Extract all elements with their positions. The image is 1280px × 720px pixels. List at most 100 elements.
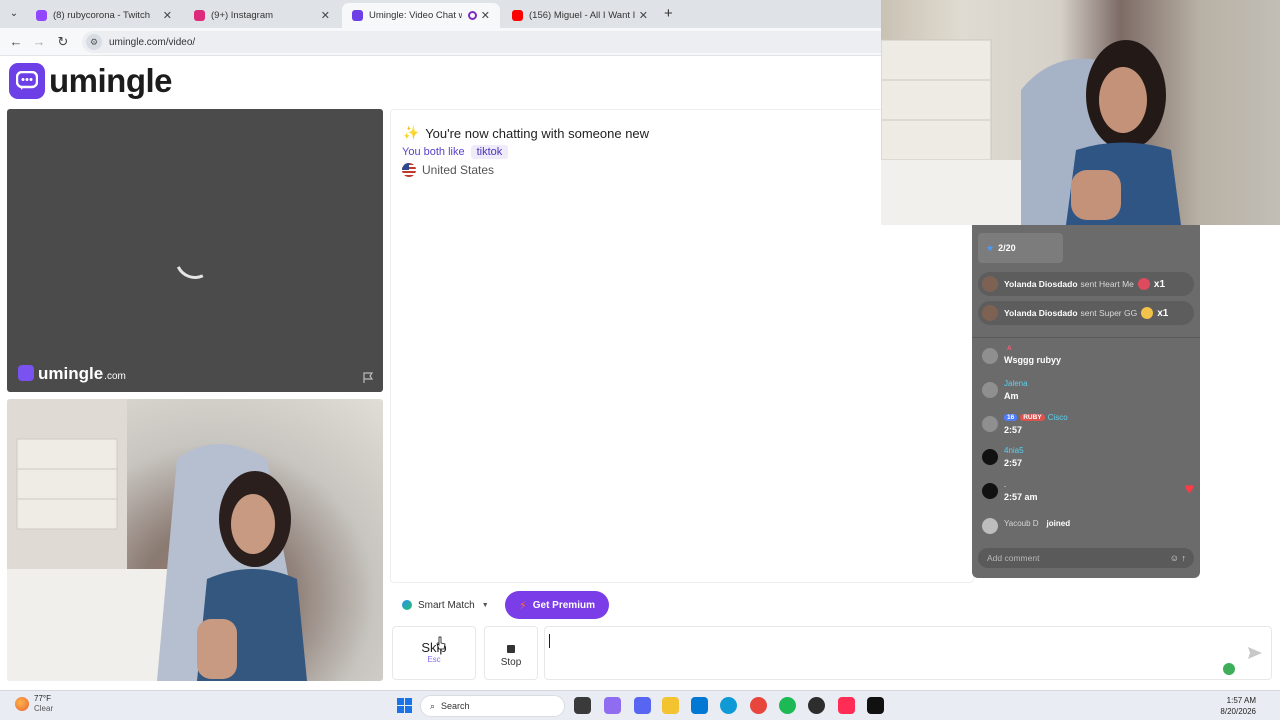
skip-button[interactable]: Skip Esc xyxy=(392,626,476,680)
youtube-favicon-icon xyxy=(512,10,523,21)
gift-user: Yolanda Diosdado xyxy=(1004,308,1078,318)
back-icon[interactable]: ← xyxy=(8,34,24,50)
tab-label: (9+) Instagram xyxy=(211,10,274,21)
add-comment-placeholder: Add comment xyxy=(987,553,1040,563)
joined-text: joined xyxy=(1046,519,1071,528)
tab-search-menu-icon[interactable]: ⌄ xyxy=(6,6,22,22)
avatar xyxy=(982,348,998,364)
divider xyxy=(972,337,1200,338)
interest-tag: tiktok xyxy=(470,145,509,159)
avatar xyxy=(982,416,998,432)
tab-youtube[interactable]: (156) Miguel - All I Want Is You ✕ xyxy=(502,3,658,28)
gift-count: x1 xyxy=(1153,278,1166,290)
self-video xyxy=(7,399,383,681)
chevron-down-icon: ▼ xyxy=(481,601,489,609)
webcam-frame xyxy=(881,39,1181,225)
goal-progress: ★ 2/20 xyxy=(978,233,1063,263)
taskbar-search[interactable]: ⌕ Search xyxy=(420,695,565,717)
avatar xyxy=(982,449,998,465)
umingle-watermark: umingle .com xyxy=(18,363,126,384)
message-text: 2:57 xyxy=(1004,458,1023,468)
tab-umingle[interactable]: Umingle: Video Chat with S ✕ xyxy=(342,3,500,28)
message-text: 2:57 xyxy=(1004,425,1023,435)
avatar xyxy=(982,483,998,499)
tab-close-icon[interactable]: ✕ xyxy=(481,9,490,22)
new-tab-button[interactable]: + xyxy=(664,5,673,22)
umingle-favicon-icon xyxy=(352,10,363,21)
recording-icon xyxy=(467,11,477,20)
clock-date: 8/20/2026 xyxy=(1220,707,1256,716)
stop-button[interactable]: Stop xyxy=(484,626,538,680)
stop-icon xyxy=(507,645,515,653)
obs-icon[interactable] xyxy=(808,697,825,714)
bolt-icon: ⚡ xyxy=(519,599,527,612)
text-cursor xyxy=(549,634,550,648)
avatar xyxy=(982,276,998,292)
skip-label: Skip xyxy=(421,640,447,655)
report-flag-icon[interactable] xyxy=(362,372,374,384)
site-logo-text[interactable]: umingle xyxy=(49,62,173,100)
smart-match-label: Smart Match xyxy=(418,599,475,611)
level-badge: 16 xyxy=(1004,414,1018,421)
skip-shortcut: Esc xyxy=(427,655,441,664)
add-comment-input[interactable]: Add comment ☺ ↑ xyxy=(978,548,1194,568)
emoji-icon[interactable]: ☺ xyxy=(1170,553,1179,563)
avatar xyxy=(982,305,998,321)
weather-icon xyxy=(15,697,29,711)
chat-message: 16 RUBY Cisco 2:57 xyxy=(982,413,1192,435)
edge-icon[interactable] xyxy=(720,697,737,714)
tab-label: Umingle: Video Chat with S xyxy=(369,10,462,21)
smart-match-dropdown[interactable]: Smart Match ▼ xyxy=(394,594,497,616)
join-message: Yacoub D joined xyxy=(982,517,1192,534)
microsoft-store-icon[interactable] xyxy=(691,697,708,714)
copilot-icon[interactable] xyxy=(604,697,621,714)
search-icon: ⌕ xyxy=(430,700,436,711)
us-flag-icon xyxy=(402,163,416,177)
chrome-icon[interactable] xyxy=(750,697,767,714)
address-bar[interactable]: ⚙ umingle.com/video/ xyxy=(82,31,902,53)
tab-close-icon[interactable]: ✕ xyxy=(639,9,648,22)
gift-action: sent Heart Me xyxy=(1080,279,1134,289)
url-text: umingle.com/video/ xyxy=(109,36,196,48)
watermark-name: umingle xyxy=(38,364,104,383)
tab-close-icon[interactable]: ✕ xyxy=(163,9,172,22)
gift-action: sent Super GG xyxy=(1080,308,1138,318)
fan-badge: RUBY xyxy=(1020,414,1045,421)
spotify-icon[interactable] xyxy=(779,697,796,714)
loading-spinner-icon xyxy=(169,233,221,285)
site-info-icon[interactable]: ⚙ xyxy=(86,34,102,50)
tiktok-live-icon[interactable] xyxy=(867,697,884,714)
instagram-favicon-icon xyxy=(194,10,205,21)
windows-start-icon[interactable] xyxy=(397,698,412,713)
send-icon[interactable] xyxy=(1248,647,1262,659)
stranger-video: umingle .com xyxy=(7,109,383,392)
reload-icon[interactable]: ↻ xyxy=(55,34,71,50)
tab-twitch[interactable]: (8) rubycorona - Twitch ✕ xyxy=(26,3,182,28)
tab-instagram[interactable]: (9+) Instagram ✕ xyxy=(184,3,340,28)
common-interests: You both like tiktok xyxy=(402,145,509,159)
self-video-frame xyxy=(7,399,307,681)
weather-widget[interactable]: 77°F Clear xyxy=(15,694,53,714)
message-text: Wsggg rubyy xyxy=(1004,355,1062,365)
clock[interactable]: 1:57 AM 8/20/2026 xyxy=(1220,695,1256,717)
message-user: . xyxy=(1004,480,1007,489)
forward-icon[interactable]: → xyxy=(31,34,47,50)
send-up-icon[interactable]: ↑ xyxy=(1182,553,1187,563)
tab-close-icon[interactable]: ✕ xyxy=(321,9,330,22)
get-premium-button[interactable]: ⚡ Get Premium xyxy=(505,591,609,619)
discord-icon[interactable] xyxy=(634,697,651,714)
message-input[interactable] xyxy=(544,626,1272,680)
file-explorer-icon[interactable] xyxy=(662,697,679,714)
task-view-icon[interactable] xyxy=(574,697,591,714)
sparkle-icon: ✨ xyxy=(403,125,420,140)
tiktok-icon[interactable] xyxy=(838,697,855,714)
bot-icon[interactable] xyxy=(1223,663,1235,675)
stream-chat-overlay: ★ 2/20 Yolanda Diosdado sent Heart Me x1… xyxy=(972,225,1200,578)
user-badge: A xyxy=(1007,345,1012,352)
umingle-watermark-icon xyxy=(18,365,34,381)
chat-status: ✨ You're now chatting with someone new xyxy=(403,125,649,141)
gg-gift-icon xyxy=(1141,307,1154,319)
umingle-logo-icon[interactable] xyxy=(9,63,45,99)
watermark-domain: .com xyxy=(104,371,126,382)
chat-status-text: You're now chatting with someone new xyxy=(425,125,650,141)
